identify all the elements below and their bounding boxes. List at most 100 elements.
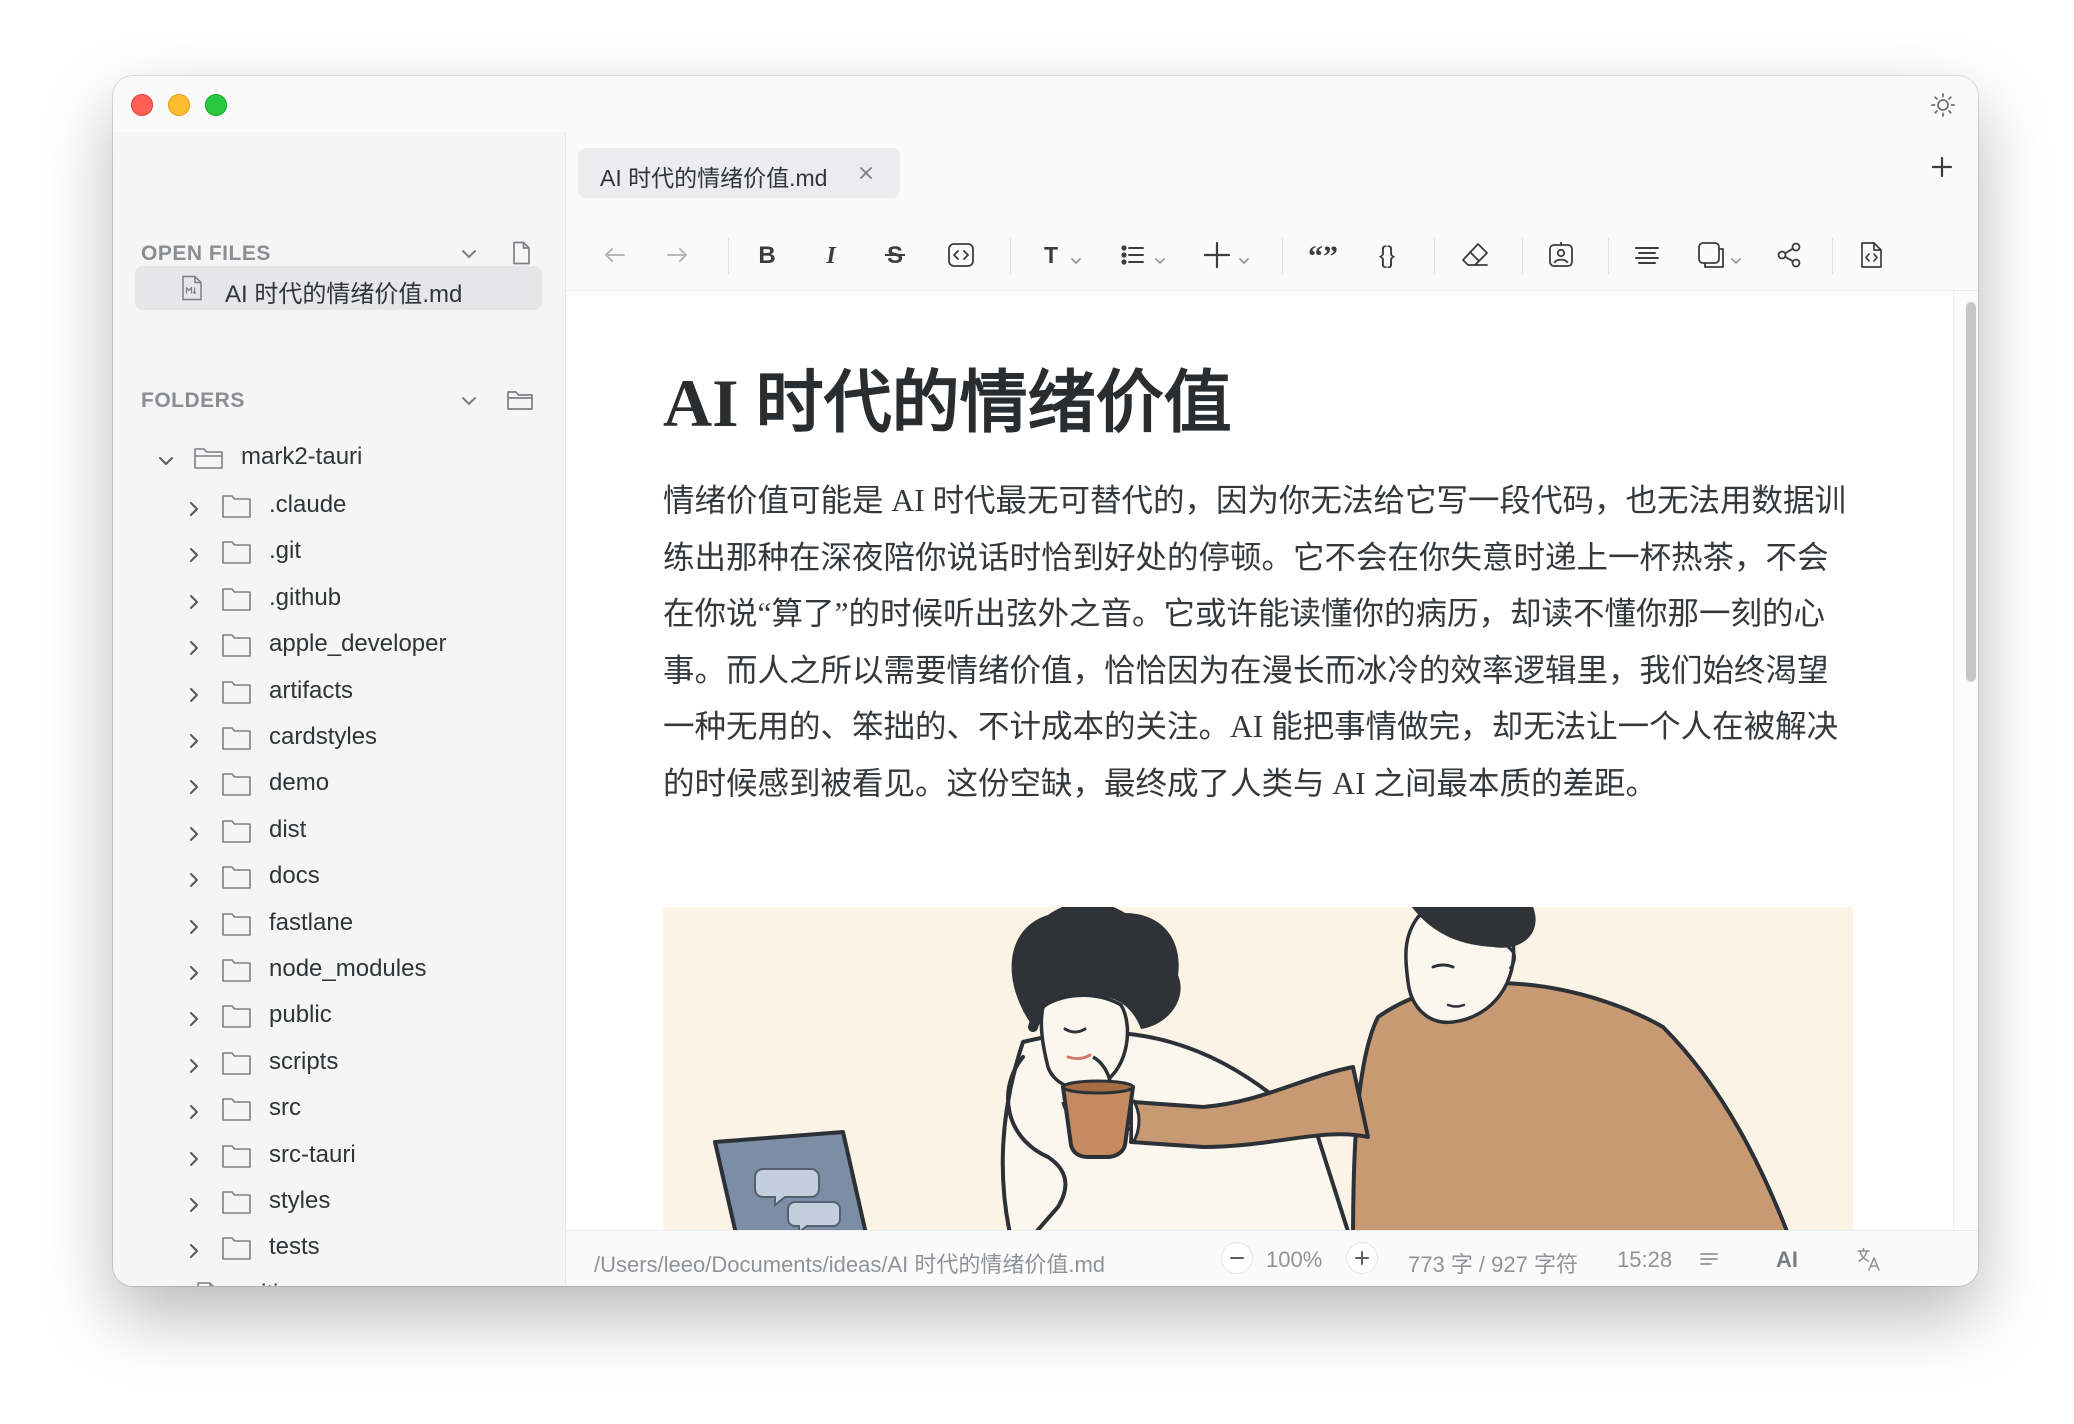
chevron-right-icon — [185, 497, 203, 516]
chevron-right-icon — [185, 683, 203, 702]
svg-text:I: I — [825, 243, 837, 269]
chevron-right-icon — [185, 636, 203, 656]
title-bar — [113, 76, 1978, 132]
folder-icon — [221, 538, 253, 566]
scrollbar-thumb[interactable] — [1966, 302, 1976, 682]
share-icon[interactable] — [1774, 240, 1804, 270]
document-paragraph[interactable]: 情绪价值可能是 AI 时代最无可替代的，因为你无法给它写一段代码，也无法用数据训… — [663, 473, 1853, 812]
folder-icon — [221, 1002, 253, 1030]
tree-row[interactable]: src — [113, 1089, 565, 1129]
status-bar: /Users/leeo/Documents/ideas/AI 时代的情绪价值.m… — [566, 1230, 1978, 1286]
zoom-in-button[interactable] — [1347, 1243, 1377, 1273]
folders-heading: FOLDERS — [141, 389, 245, 412]
tree-item-label: public — [269, 1001, 332, 1029]
app-window: OPEN FILES AI 时代的情绪价值.md FOLDERS mark2-t… — [113, 76, 1978, 1286]
tab-bar: AI 时代的情绪价值.md — [566, 132, 1978, 221]
chevron-down-icon[interactable] — [459, 391, 479, 411]
code-file-icon — [195, 1281, 227, 1286]
tree-item-label: scripts — [269, 1047, 339, 1075]
card-style-icon[interactable] — [1696, 240, 1726, 270]
new-file-icon[interactable] — [508, 240, 534, 266]
file-path[interactable]: /Users/leeo/Documents/ideas/AI 时代的情绪价值.m… — [594, 1247, 1105, 1279]
tree-item-label: .gitignore — [241, 1280, 340, 1286]
svg-text:{}: {} — [1379, 242, 1395, 269]
tree-row[interactable]: node_modules — [113, 950, 565, 990]
tree-item-label: styles — [269, 1187, 331, 1214]
align-icon[interactable] — [1632, 240, 1662, 270]
outline-icon[interactable] — [1698, 1248, 1720, 1276]
export-icon[interactable] — [1856, 240, 1886, 270]
chevron-right-icon — [185, 1147, 203, 1166]
folder-icon — [221, 770, 253, 798]
list-icon[interactable] — [1118, 240, 1148, 270]
chevron-down-icon[interactable] — [1238, 252, 1250, 265]
zoom-window-button[interactable] — [205, 94, 227, 116]
translate-icon[interactable] — [1856, 1246, 1882, 1278]
chevron-down-icon — [157, 449, 175, 467]
chevron-right-icon — [185, 822, 203, 841]
tree-item-label: node_modules — [269, 955, 427, 982]
word-count: 773 字 / 927 字符 — [1408, 1252, 1578, 1277]
bold-icon[interactable]: B — [752, 240, 782, 270]
chevron-down-icon[interactable] — [459, 244, 479, 264]
tree-row[interactable]: apple_developer — [113, 625, 565, 665]
tree-row[interactable]: fastlane — [113, 904, 565, 944]
tree-row[interactable]: .git — [113, 532, 565, 572]
folder-icon — [221, 678, 253, 706]
tree-row[interactable]: src-tauri — [113, 1136, 565, 1176]
tab-label: AI 时代的情绪价值.md — [600, 165, 828, 191]
document-title[interactable]: AI 时代的情绪价值 — [663, 363, 1232, 443]
folder-icon — [221, 631, 253, 659]
chevron-right-icon — [185, 729, 203, 748]
new-folder-icon[interactable] — [506, 387, 533, 413]
tree-row[interactable]: demo — [113, 764, 565, 804]
chevron-right-icon — [185, 1007, 203, 1027]
open-file-name: AI 时代的情绪价值.md — [225, 281, 463, 308]
sun-icon[interactable] — [1930, 92, 1956, 118]
tree-item-label: cardstyles — [269, 723, 378, 750]
editor-content[interactable]: AI 时代的情绪价值 情绪价值可能是 AI 时代最无可替代的，因为你无法给它写一… — [566, 291, 1954, 1230]
tree-row[interactable]: .github — [113, 579, 565, 619]
tree-row[interactable]: .gitignore — [113, 1275, 565, 1286]
zoom-out-button[interactable] — [1222, 1243, 1252, 1273]
chevron-down-icon[interactable] — [1730, 252, 1742, 265]
tree-item-label: artifacts — [269, 676, 354, 704]
illustration-image[interactable] — [663, 885, 1853, 1230]
insert-icon[interactable] — [1202, 240, 1232, 270]
illustration-art — [663, 885, 1853, 1230]
eraser-icon[interactable] — [1460, 240, 1490, 270]
plus-icon[interactable] — [1930, 155, 1954, 179]
ai-button[interactable]: AI — [1776, 1247, 1798, 1273]
tree-row-root[interactable]: mark2-tauri — [113, 438, 565, 478]
tree-row[interactable]: cardstyles — [113, 718, 565, 758]
open-file-item[interactable]: AI 时代的情绪价值.md — [135, 266, 542, 310]
strikethrough-icon[interactable]: S — [880, 240, 910, 270]
minimize-window-button[interactable] — [168, 94, 190, 116]
folder-icon — [221, 1188, 253, 1216]
undo-icon[interactable] — [600, 240, 630, 270]
quote-icon[interactable]: “” — [1308, 240, 1338, 270]
tree-row[interactable]: scripts — [113, 1043, 565, 1083]
tree-row[interactable]: styles — [113, 1182, 565, 1222]
close-icon[interactable] — [858, 165, 874, 181]
tree-row[interactable]: .claude — [113, 486, 565, 526]
chevron-down-icon[interactable] — [1154, 252, 1166, 265]
tree-row[interactable]: artifacts — [113, 672, 565, 712]
italic-icon[interactable]: I — [816, 240, 846, 270]
tree-item-label: fastlane — [269, 908, 354, 936]
tree-row[interactable]: docs — [113, 857, 565, 897]
chevron-right-icon — [185, 868, 203, 888]
tab-active[interactable]: AI 时代的情绪价值.md — [578, 148, 900, 198]
inline-code-icon[interactable] — [946, 240, 976, 270]
heading-icon[interactable]: T — [1036, 240, 1066, 270]
redo-icon[interactable] — [662, 240, 692, 270]
code-block-icon[interactable]: {} — [1372, 240, 1402, 270]
tree-row[interactable]: public — [113, 996, 565, 1036]
tree-row[interactable]: dist — [113, 811, 565, 851]
close-window-button[interactable] — [131, 94, 153, 116]
tree-item-label: src — [269, 1094, 301, 1122]
image-icon[interactable] — [1546, 240, 1576, 270]
chevron-down-icon[interactable] — [1070, 252, 1082, 265]
tree-row[interactable]: tests — [113, 1228, 565, 1268]
chevron-right-icon — [185, 543, 203, 563]
